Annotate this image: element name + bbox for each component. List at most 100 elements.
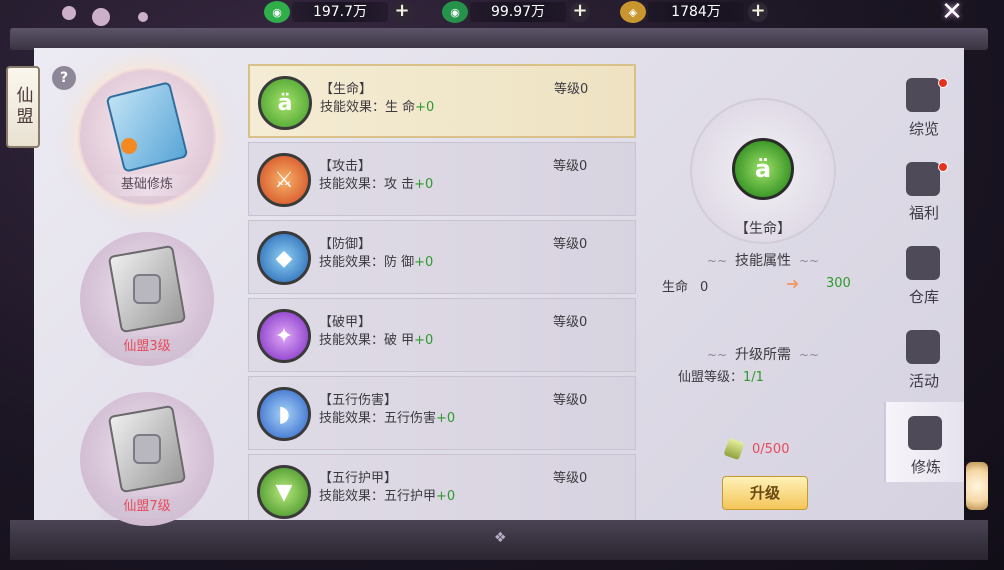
skill-level: 等级0 — [553, 159, 588, 174]
currency-bound-jade: ◉ 99.97万 + — [442, 0, 590, 24]
defense-skill-icon: ◆ — [257, 231, 311, 285]
nav-label: 仓库 — [908, 288, 939, 306]
lion-icon — [906, 330, 940, 364]
nav-overview[interactable]: 综览 — [884, 64, 964, 144]
category-guild-level-3[interactable]: 仙盟3级 — [80, 232, 214, 366]
attr-current: 生命 0 — [662, 276, 708, 295]
skill-list[interactable]: ä 【生命】 技能效果：生 命+0 等级0 ⚔ 【攻击】 技能效果：攻 击+0 … — [248, 64, 636, 520]
skill-row-life[interactable]: ä 【生命】 技能效果：生 命+0 等级0 — [248, 64, 636, 138]
nav-cultivation[interactable]: 修炼 — [884, 402, 964, 482]
lock-icon — [133, 274, 161, 304]
skill-row-defense[interactable]: ◆ 【防御】 技能效果：防 御+0 等级0 — [248, 220, 636, 294]
currency-value: 197.7万 — [292, 2, 388, 22]
skill-effect-label: 技能效果：攻 击 — [319, 177, 415, 192]
skill-effect-label: 技能效果：五行护甲 — [319, 489, 437, 504]
skill-effect: 技能效果：攻 击+0 — [319, 173, 433, 192]
nav-label: 修炼 — [910, 458, 941, 476]
attr-name: 生命 — [662, 280, 689, 295]
currency-jade: ◉ 197.7万 + — [264, 0, 412, 24]
add-currency-button[interactable]: + — [392, 2, 412, 22]
attr-current-value: 0 — [700, 280, 709, 295]
skill-bonus: +0 — [414, 177, 434, 192]
skill-row-element-armor[interactable]: ▼ 【五行护甲】 技能效果：五行护甲+0 等级0 — [248, 454, 636, 520]
skill-level: 等级0 — [554, 82, 589, 97]
life-skill-icon: ä — [732, 138, 794, 200]
category-label: 仙盟7级 — [98, 496, 196, 518]
meditation-icon — [908, 416, 942, 450]
skill-bonus: +0 — [436, 411, 456, 426]
requirement: 仙盟等级：1/1 — [678, 366, 764, 385]
skill-level: 等级0 — [553, 315, 588, 330]
skill-name: 【破甲】 — [319, 315, 372, 330]
element-damage-skill-icon: ◗ — [257, 387, 311, 441]
cost-value: 0/500 — [752, 441, 790, 457]
material-gem-icon — [723, 437, 745, 461]
skill-name: 【防御】 — [319, 237, 372, 252]
chest-icon — [906, 246, 940, 280]
arrow-right-icon: ➜ — [786, 274, 800, 293]
skill-effect: 技能效果：五行伤害+0 — [319, 407, 455, 426]
notification-badge — [938, 78, 948, 88]
skill-effect-label: 技能效果：生 命 — [320, 100, 416, 115]
req-label: 仙盟等级： — [678, 370, 744, 385]
skill-bonus: +0 — [414, 255, 434, 270]
gold-coin-icon: ◈ — [620, 1, 646, 23]
skill-effect: 技能效果：防 御+0 — [319, 251, 433, 270]
skill-detail-panel: ä 【生命】 技能属性 生命 0 ➜ 300 升级所需 仙盟等级：1/1 0/50… — [646, 64, 880, 520]
attr-next-value: 300 — [826, 276, 851, 291]
skill-bonus: +0 — [415, 100, 435, 115]
attack-skill-icon: ⚔ — [257, 153, 311, 207]
help-icon[interactable]: ? — [52, 66, 76, 90]
lantern-icon — [966, 462, 988, 510]
armor-break-skill-icon: ✦ — [257, 309, 311, 363]
book-icon — [105, 81, 189, 173]
skill-effect: 技能效果：破 甲+0 — [319, 329, 433, 348]
green-jade-icon: ◉ — [264, 1, 290, 23]
frame-top-border — [10, 28, 988, 50]
skill-effect: 技能效果：五行护甲+0 — [319, 485, 455, 504]
skill-level: 等级0 — [553, 237, 588, 252]
category-label: 仙盟3级 — [98, 336, 196, 358]
ornament-icon: ❖ — [494, 530, 507, 546]
add-currency-button[interactable]: + — [570, 2, 590, 22]
req-value: 1/1 — [743, 370, 764, 385]
detail-skill-name: 【生命】 — [735, 221, 791, 237]
notification-badge — [938, 162, 948, 172]
nav-label: 综览 — [908, 120, 939, 138]
close-icon[interactable]: ✕ — [936, 0, 968, 26]
nav-label: 活动 — [908, 372, 939, 390]
req-section-title: 升级所需 — [646, 344, 880, 364]
element-armor-skill-icon: ▼ — [257, 465, 311, 519]
nav-activity[interactable]: 活动 — [884, 316, 964, 396]
category-guild-level-7[interactable]: 仙盟7级 — [80, 392, 214, 526]
frame-bottom-border: ❖ — [10, 520, 988, 560]
skill-effect-label: 技能效果：破 甲 — [319, 333, 415, 348]
skill-row-armor-break[interactable]: ✦ 【破甲】 技能效果：破 甲+0 等级0 — [248, 298, 636, 372]
skill-effect: 技能效果：生 命+0 — [320, 96, 434, 115]
upgrade-cost: 0/500 — [723, 437, 790, 461]
skill-name: 【攻击】 — [319, 159, 372, 174]
attr-section-title: 技能属性 — [646, 250, 880, 270]
skill-row-element-damage[interactable]: ◗ 【五行伤害】 技能效果：五行伤害+0 等级0 — [248, 376, 636, 450]
add-currency-button[interactable]: + — [748, 2, 768, 22]
skill-name: 【五行伤害】 — [319, 393, 398, 408]
ingot-icon — [906, 162, 940, 196]
nav-warehouse[interactable]: 仓库 — [884, 232, 964, 312]
category-label: 基础修炼 — [98, 174, 196, 196]
banner-icon — [906, 78, 940, 112]
skill-name: 【生命】 — [320, 82, 373, 97]
guild-side-tab[interactable]: 仙盟 — [6, 66, 40, 148]
right-nav: 综览 福利 仓库 活动 修炼 — [884, 64, 964, 520]
skill-bonus: +0 — [436, 489, 456, 504]
currency-bar: ◉ 197.7万 + ◉ 99.97万 + ◈ 1784万 + ✕ — [0, 0, 1004, 26]
skill-level: 等级0 — [553, 393, 588, 408]
nav-welfare[interactable]: 福利 — [884, 148, 964, 228]
currency-coin: ◈ 1784万 + — [620, 0, 768, 24]
category-basic-cultivation[interactable]: 基础修炼 — [80, 70, 214, 204]
skill-effect-label: 技能效果：五行伤害 — [319, 411, 437, 426]
skill-bonus: +0 — [414, 333, 434, 348]
skill-level: 等级0 — [553, 471, 588, 486]
upgrade-button[interactable]: 升级 — [722, 476, 808, 510]
skill-row-attack[interactable]: ⚔ 【攻击】 技能效果：攻 击+0 等级0 — [248, 142, 636, 216]
currency-value: 99.97万 — [470, 2, 566, 22]
